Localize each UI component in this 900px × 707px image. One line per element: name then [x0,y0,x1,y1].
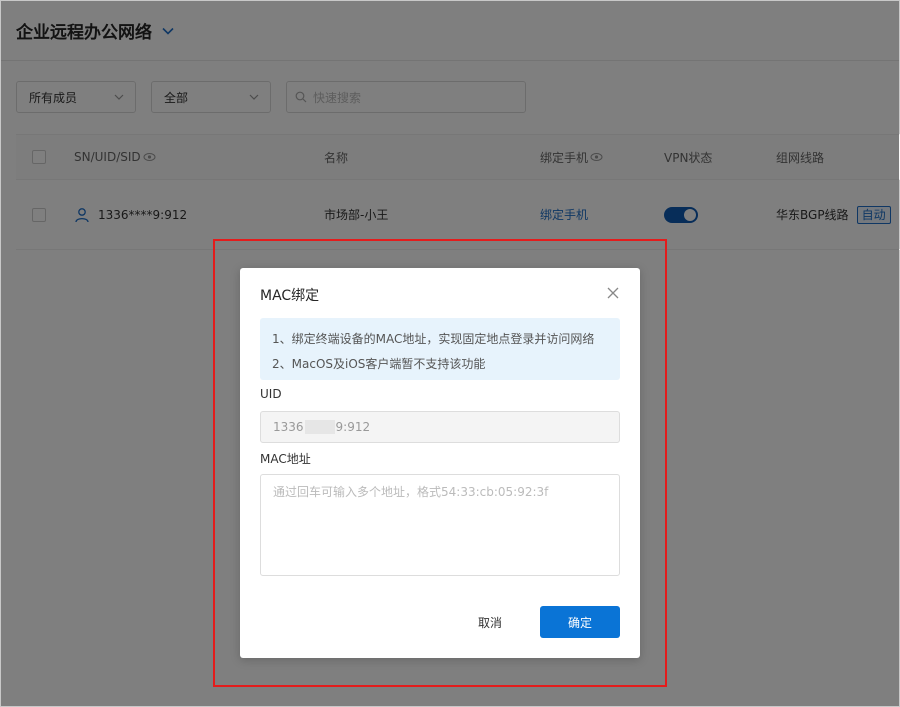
dialog-title: MAC绑定 [260,288,320,304]
mac-address-input[interactable] [260,474,620,576]
page: 企业远程办公网络 所有成员 全部 快速搜索 SN/UID/SID 名称 [0,0,900,707]
notice-line-2: 2、MacOS及iOS客户端暂不支持该功能 [272,357,486,371]
uid-suffix: 9:912 [335,420,371,434]
cancel-button[interactable]: 取消 [460,606,520,638]
uid-label: UID [260,387,282,401]
uid-field: 1336 9:912 [260,411,620,443]
uid-prefix: 1336 [273,420,304,434]
notice-box: 1、绑定终端设备的MAC地址，实现固定地点登录并访问网络 2、MacOS及iOS… [260,318,620,380]
uid-mask [304,420,335,434]
mac-binding-dialog: MAC绑定 1、绑定终端设备的MAC地址，实现固定地点登录并访问网络 2、Mac… [240,268,640,658]
close-icon[interactable] [606,286,620,300]
mac-label: MAC地址 [260,452,311,466]
confirm-button[interactable]: 确定 [540,606,620,638]
notice-line-1: 1、绑定终端设备的MAC地址，实现固定地点登录并访问网络 [272,332,595,346]
